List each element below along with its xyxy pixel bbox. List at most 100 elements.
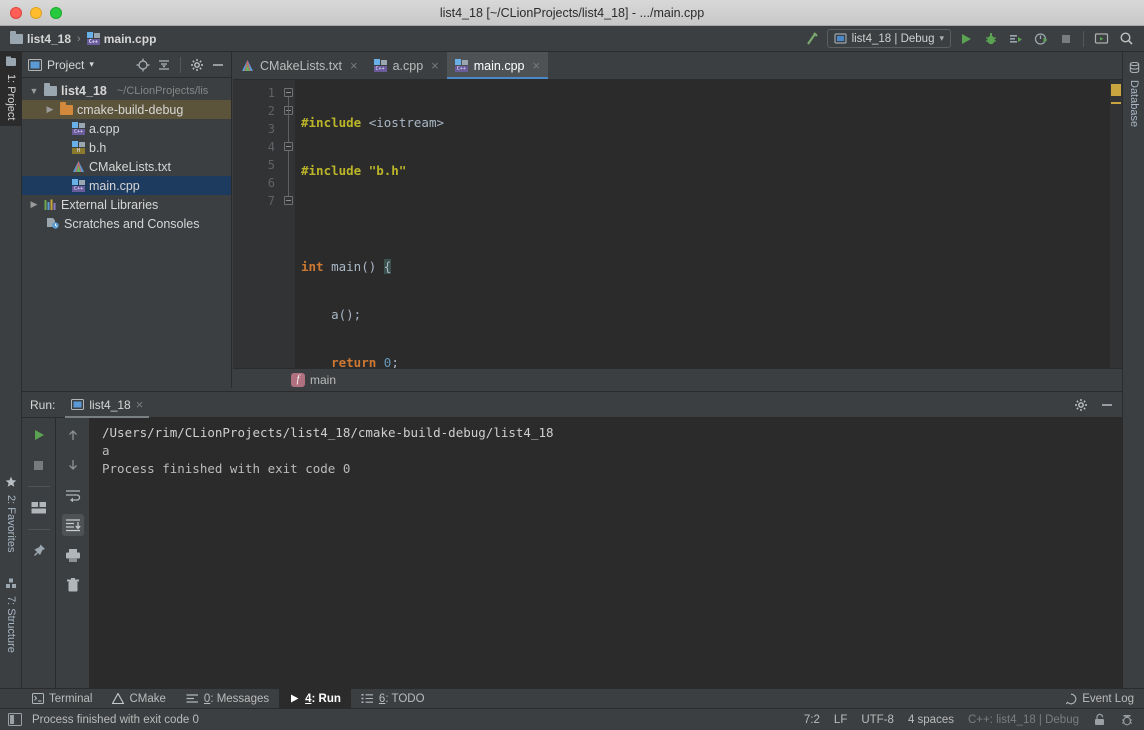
sidebar-item-database[interactable]: Database: [1123, 58, 1144, 142]
line-number: 5: [267, 158, 275, 172]
show-layout-button[interactable]: [28, 497, 50, 519]
bottom-tab-cmake[interactable]: CMake: [102, 689, 175, 709]
fold-marker-include[interactable]: [284, 88, 293, 97]
sidebar-item-structure[interactable]: 7: Structure: [0, 574, 22, 670]
tree-node-main-cpp[interactable]: C++ main.cpp: [22, 176, 231, 195]
warning-stripe[interactable]: [1111, 102, 1121, 104]
breadcrumb-function-label[interactable]: main: [310, 373, 336, 387]
toggle-tool-windows-icon[interactable]: [8, 713, 22, 726]
chevron-down-icon: ▾: [939, 33, 944, 43]
stop-button[interactable]: [1056, 29, 1076, 49]
build-hammer-icon[interactable]: [802, 29, 822, 49]
run-button[interactable]: [956, 29, 976, 49]
code-editor[interactable]: 1 2 3 4 5 6 7 #include <iostream> #inclu…: [233, 80, 1122, 420]
scroll-to-end-button[interactable]: [61, 514, 84, 536]
collapse-all-icon[interactable]: [157, 58, 171, 72]
scroll-up-button[interactable]: [62, 424, 84, 446]
clion-window: list4_18 [~/CLionProjects/list4_18] - ..…: [0, 0, 1144, 730]
tree-node-a-cpp[interactable]: C++ a.cpp: [22, 119, 231, 138]
caret-position[interactable]: 7:2: [804, 714, 820, 726]
tree-node-label: a.cpp: [89, 121, 120, 136]
editor-tab-a-cpp[interactable]: C++ a.cpp ×: [366, 52, 447, 79]
tree-node-label: CMakeLists.txt: [89, 159, 171, 174]
file-encoding[interactable]: UTF-8: [861, 714, 894, 726]
sidebar-item-project[interactable]: 1: Project: [0, 52, 22, 126]
gear-icon[interactable]: [190, 58, 204, 72]
gear-icon[interactable]: [1074, 398, 1088, 412]
indent-setting[interactable]: 4 spaces: [908, 714, 954, 726]
scroll-down-button[interactable]: [62, 454, 84, 476]
inspection-widget-icon[interactable]: [1120, 713, 1134, 727]
soft-wrap-button[interactable]: [62, 484, 84, 506]
sidebar-item-favorites[interactable]: 2: Favorites: [0, 472, 22, 562]
code-text[interactable]: #include <iostream> #include "b.h" int m…: [295, 80, 1122, 420]
run-tool-window: Run: list4_18 × /Users/rim/CLionProjects…: [22, 391, 1122, 690]
tree-node-scratches-and-consoles[interactable]: Scratches and Consoles: [22, 214, 231, 233]
project-panel-title-button[interactable]: Project ▾: [28, 58, 94, 72]
database-icon: [1129, 61, 1140, 76]
rerun-button[interactable]: [28, 424, 50, 446]
bottom-tab-messages[interactable]: 0: Messages: [176, 689, 279, 709]
run-with-coverage-icon[interactable]: [1006, 29, 1026, 49]
console-line-output: a: [102, 443, 110, 458]
bottom-tab-terminal[interactable]: Terminal: [22, 689, 102, 709]
close-icon[interactable]: ×: [136, 397, 144, 412]
breadcrumb: list4_18 › C++ main.cpp: [0, 30, 156, 46]
tree-expand-icon[interactable]: ▼: [28, 86, 40, 96]
right-tool-strip: Database: [1122, 52, 1144, 690]
tree-node-cmake-build-debug[interactable]: ▶ cmake-build-debug: [22, 100, 231, 119]
code-folding-gutter[interactable]: [281, 80, 295, 388]
event-log-button[interactable]: Event Log: [1065, 693, 1144, 705]
code-line-2: #include "b.h": [301, 163, 407, 178]
hide-panel-icon[interactable]: [1100, 398, 1114, 412]
bottom-tab-run[interactable]: 4: Run: [279, 688, 351, 709]
editor-tab-label: main.cpp: [473, 58, 525, 73]
stop-button[interactable]: [28, 454, 50, 476]
close-icon[interactable]: ×: [431, 58, 439, 73]
tree-node-cmakelists[interactable]: CMakeLists.txt: [22, 157, 231, 176]
run-tab-label: list4_18: [89, 397, 131, 412]
print-button[interactable]: [62, 544, 84, 566]
close-icon[interactable]: ×: [350, 58, 358, 73]
status-bar-right: 7:2 LF UTF-8 4 spaces C++: list4_18 | De…: [804, 713, 1144, 727]
warning-marker[interactable]: [1111, 84, 1121, 96]
fold-marker-main[interactable]: [284, 142, 293, 151]
run-console-output[interactable]: /Users/rim/CLionProjects/list4_18/cmake-…: [90, 418, 1122, 690]
open-terminal-icon[interactable]: [1091, 29, 1111, 49]
run-window-body: /Users/rim/CLionProjects/list4_18/cmake-…: [22, 418, 1122, 690]
profile-button[interactable]: [1031, 29, 1051, 49]
line-number: 3: [267, 122, 275, 136]
scroll-from-source-icon[interactable]: [136, 58, 150, 72]
tree-expand-icon[interactable]: ▶: [44, 104, 56, 115]
tree-expand-icon[interactable]: ▶: [28, 199, 40, 210]
tree-node-project-root[interactable]: ▼ list4_18 ~/CLionProjects/lis: [22, 81, 231, 100]
project-tree: ▼ list4_18 ~/CLionProjects/lis ▶ cmake-b…: [22, 78, 231, 233]
function-badge-icon: f: [291, 372, 305, 387]
hide-panel-icon[interactable]: [211, 58, 225, 72]
lock-icon[interactable]: [1093, 713, 1106, 726]
close-icon[interactable]: ×: [532, 58, 540, 73]
cpp-file-icon: C++: [454, 59, 468, 72]
run-actions-bar-console: [56, 418, 90, 690]
fold-marker-main-end[interactable]: [284, 196, 293, 205]
editor-marker-bar[interactable]: [1110, 80, 1122, 388]
tree-node-b-h[interactable]: H b.h: [22, 138, 231, 157]
toolchain-indicator[interactable]: C++: list4_18 | Debug: [968, 714, 1079, 726]
editor-tab-label: a.cpp: [392, 58, 424, 73]
editor-tab-main-cpp[interactable]: C++ main.cpp ×: [446, 52, 549, 79]
breadcrumb-file[interactable]: C++ main.cpp: [86, 32, 156, 46]
line-separator[interactable]: LF: [834, 714, 847, 726]
editor-tab-cmakelists[interactable]: CMakeLists.txt ×: [233, 52, 366, 79]
run-tab-list4-18[interactable]: list4_18 ×: [65, 392, 150, 418]
debug-button[interactable]: [981, 29, 1001, 49]
bottom-tab-todo[interactable]: 6: TODO: [351, 689, 435, 709]
pin-tab-button[interactable]: [28, 540, 50, 562]
run-configuration-selector[interactable]: list4_18 | Debug ▾: [826, 29, 951, 48]
breadcrumb-project[interactable]: list4_18: [10, 30, 71, 46]
folder-icon: [10, 30, 23, 44]
tree-node-external-libraries[interactable]: ▶ External Libraries: [22, 195, 231, 214]
window-title: list4_18 [~/CLionProjects/list4_18] - ..…: [439, 5, 705, 20]
clear-all-button[interactable]: [62, 574, 84, 596]
bottom-tab-label: 0: Messages: [203, 692, 270, 705]
search-icon[interactable]: [1116, 29, 1136, 49]
